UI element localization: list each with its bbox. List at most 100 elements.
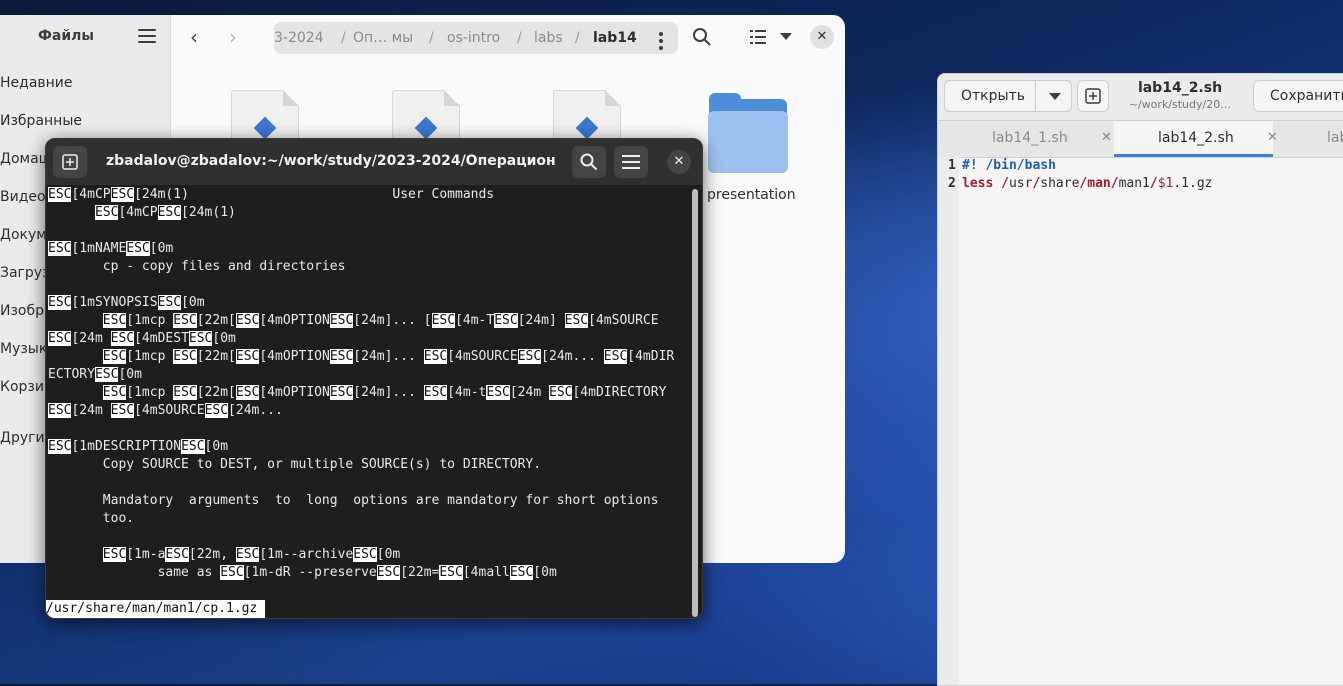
path-separator: /: [517, 30, 522, 46]
terminal-header: zbadalov@zbadalov:~/work/study/2023-2024…: [46, 139, 702, 185]
hamburger-menu-icon[interactable]: [138, 29, 156, 45]
close-icon[interactable]: ✕: [810, 25, 834, 49]
escape-sequence-marker: ESC: [329, 349, 354, 364]
text-editor-window: Открыть lab14_2.sh ~/work/study/20… Сохр…: [937, 73, 1343, 686]
terminal-text: [22m[: [196, 385, 236, 400]
terminal-text: [4mSOURCE: [134, 403, 205, 418]
sidebar-item[interactable]: Други: [0, 430, 45, 446]
escape-sequence-marker: ESC: [102, 547, 127, 562]
escape-sequence-marker: ESC: [235, 385, 260, 400]
folder-label[interactable]: presentation: [707, 187, 796, 203]
forward-arrow-icon[interactable]: ›: [222, 27, 244, 47]
terminal-text: [4mCP: [118, 205, 158, 220]
scrollbar[interactable]: [692, 189, 698, 617]
sidebar-item[interactable]: Домаш: [0, 151, 51, 167]
path-segment[interactable]: Оп… мы: [353, 30, 413, 46]
list-view-icon[interactable]: [750, 29, 768, 45]
terminal-text: Mandatory arguments to long options are …: [48, 493, 659, 508]
sidebar-item[interactable]: Видео: [0, 189, 46, 205]
back-arrow-icon[interactable]: ‹: [183, 27, 205, 47]
terminal-text: [1m-a: [126, 547, 166, 562]
terminal-text: [24m...: [228, 403, 283, 418]
folder-icon[interactable]: [708, 93, 788, 175]
escape-sequence-marker: ESC: [110, 187, 135, 202]
sidebar-item[interactable]: Избранные: [0, 113, 82, 129]
tab-lab14-2[interactable]: lab14_2.sh ✕: [1114, 121, 1278, 157]
terminal-text: [1m-dR --preserve: [243, 565, 377, 580]
search-icon[interactable]: [692, 27, 712, 47]
escape-sequence-marker: ESC: [188, 331, 213, 346]
escape-sequence-marker: ESC: [235, 349, 260, 364]
terminal-text: [24m]...: [353, 385, 424, 400]
sidebar-item[interactable]: Загруз: [0, 265, 50, 281]
escape-sequence-marker: ESC: [110, 331, 135, 346]
tab-label: lab: [1327, 130, 1343, 146]
escape-sequence-marker: ESC: [126, 241, 150, 256]
escape-sequence-marker: ESC: [157, 295, 182, 310]
code-slash: /: [1110, 176, 1119, 191]
escape-sequence-marker: ESC: [376, 565, 401, 580]
path-segment[interactable]: 3-2024: [274, 30, 324, 46]
escape-sequence-marker: ESC: [439, 565, 463, 580]
terminal-output[interactable]: ESC[4mCPESC[24m(1) User Commands ESC[4mC…: [48, 186, 688, 618]
chevron-down-icon[interactable]: [1049, 93, 1061, 100]
sidebar-item[interactable]: Недавние: [0, 75, 73, 91]
sidebar-title: Файлы: [38, 28, 95, 44]
terminal-line: Copy SOURCE to DEST, or multiple SOURCE(…: [48, 456, 541, 474]
terminal-text: [0m: [118, 367, 142, 382]
close-tab-icon[interactable]: ✕: [1101, 121, 1112, 155]
terminal-text: ECTORY: [48, 367, 95, 382]
new-tab-button[interactable]: [53, 146, 87, 178]
escape-sequence-marker: ESC: [94, 205, 119, 220]
terminal-text: [1mSYNOPSIS: [71, 295, 158, 310]
escape-sequence-marker: ESC: [486, 385, 510, 400]
terminal-text: [22m[: [196, 349, 236, 364]
escape-sequence-marker: ESC: [353, 547, 377, 562]
files-header: ‹ › 3-2024 / Оп… мы / os-intro / labs / …: [171, 15, 845, 59]
line-number: 1: [948, 158, 956, 173]
search-button[interactable]: [572, 146, 606, 178]
close-icon[interactable]: ✕: [667, 150, 691, 174]
path-segment[interactable]: os-intro: [447, 30, 500, 46]
terminal-text: same as: [48, 565, 221, 580]
terminal-text: [0m: [181, 295, 205, 310]
terminal-text: [1m--archive: [259, 547, 354, 562]
path-segment-current[interactable]: lab14: [593, 30, 637, 46]
code-token: usr: [1008, 176, 1033, 191]
escape-sequence-marker: ESC: [235, 313, 260, 328]
terminal-text: [24m: [71, 331, 111, 346]
escape-sequence-marker: ESC: [173, 313, 197, 328]
terminal-line: ESC[24m ESC[4mDESTESC[0m: [48, 330, 236, 348]
new-tab-button[interactable]: [1077, 80, 1109, 112]
pager-prompt: /usr/share/man/man1/cp.1.gz: [46, 600, 266, 618]
tab-lab14-1[interactable]: lab14_1.sh ✕: [938, 121, 1114, 157]
escape-sequence-marker: ESC: [102, 313, 127, 328]
terminal-text: [24m]...: [353, 349, 424, 364]
save-button[interactable]: Сохранить: [1253, 80, 1343, 112]
code-variable: $1: [1157, 176, 1174, 191]
tab-lab-next[interactable]: lab: [1273, 121, 1343, 157]
path-menu-icon[interactable]: [659, 32, 665, 53]
terminal-text: [22m,: [188, 547, 236, 562]
code-line-2[interactable]: less /usr/share/man/man1/$1.1.gz: [962, 176, 1213, 191]
document-title: lab14_2.sh: [1137, 80, 1223, 96]
code-line-1[interactable]: #! /bin/bash: [962, 158, 1056, 173]
path-segment[interactable]: labs: [534, 30, 563, 46]
search-icon: [580, 153, 598, 171]
terminal-text: [4mSOURCE: [447, 349, 518, 364]
escape-sequence-marker: ESC: [181, 439, 205, 454]
terminal-line: ESC[1mcp ESC[22m[ESC[4mOPTIONESC[24m]...…: [48, 312, 659, 330]
escape-sequence-marker: ESC: [94, 367, 119, 382]
terminal-text: [1mcp: [126, 313, 174, 328]
terminal-line: Mandatory arguments to long options are …: [48, 492, 659, 510]
terminal-text: [4mall: [462, 565, 510, 580]
open-button[interactable]: Открыть: [944, 80, 1072, 112]
menu-button[interactable]: [614, 146, 648, 178]
escape-sequence-marker: ESC: [423, 349, 448, 364]
view-options-chevron-icon[interactable]: [780, 33, 792, 40]
escape-sequence-marker: ESC: [431, 313, 456, 328]
code-keyword: less: [962, 176, 994, 191]
terminal-text: [4mDIR: [627, 349, 675, 364]
